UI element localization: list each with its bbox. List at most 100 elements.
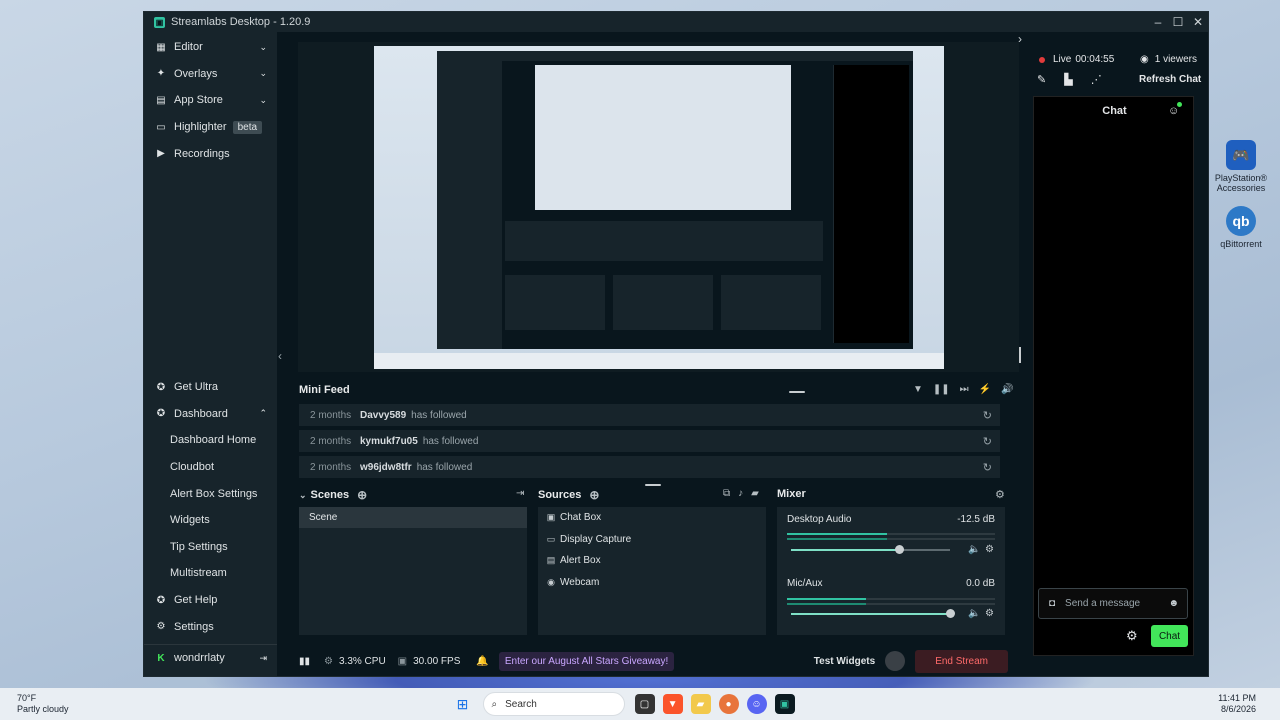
sidebar-item-settings[interactable]: ⚙ Settings — [144, 613, 277, 640]
mixer-channel: Desktop Audio -12.5 dB — [787, 514, 995, 525]
task-view-icon[interactable]: ▢ — [634, 694, 655, 714]
sidebar-item-label: App Store — [174, 94, 223, 107]
ultra-icon: ✪ — [156, 381, 166, 393]
window-title: Streamlabs Desktop - 1.20.9 — [171, 16, 311, 28]
sidebar-item-tip-settings[interactable]: Tip Settings — [144, 534, 277, 561]
sidebar-item-recordings[interactable]: ▶ Recordings — [144, 140, 277, 167]
channel-gear-icon[interactable]: ⚙ — [985, 608, 994, 619]
scene-transitions-icon[interactable]: ⇥ — [516, 488, 524, 499]
discord-icon[interactable]: ☺ — [746, 694, 767, 714]
refresh-chat-button[interactable]: Refresh Chat — [1139, 74, 1201, 85]
audio-meter — [787, 603, 995, 605]
taskbar-search[interactable]: ⌕ Search — [482, 692, 625, 716]
resize-handle[interactable] — [645, 484, 661, 486]
add-source-icon[interactable]: ⊕ — [589, 488, 599, 502]
collapse-icon[interactable]: ⌄ — [299, 490, 307, 501]
weather-desc: Partly cloudy — [17, 704, 69, 714]
vertical-resize-handle[interactable] — [1019, 347, 1021, 363]
scenes-panel: Scene — [299, 507, 527, 635]
fps-value: 30.00 FPS — [413, 655, 461, 667]
scene-item[interactable]: Scene — [299, 507, 527, 528]
notification-bell-icon[interactable]: 🔔 — [476, 656, 488, 667]
webcam-icon: ◉ — [547, 576, 555, 587]
system-clock[interactable]: 11:41 PM 8/6/2026 — [1218, 693, 1256, 715]
speaker-icon[interactable]: 🔈 — [968, 608, 980, 619]
add-scene-icon[interactable]: ⊕ — [357, 488, 367, 502]
stats-icon[interactable]: ▮▮ — [299, 656, 310, 667]
sidebar-item-widgets[interactable]: Widgets — [144, 507, 277, 534]
weather-widget[interactable]: 70°F Partly cloudy — [17, 693, 69, 715]
mute-alerts-icon[interactable]: ⚡ — [979, 384, 991, 395]
collapse-chat-icon[interactable]: › — [1018, 32, 1022, 46]
sidebar-item-highlighter[interactable]: ▭ Highlighter beta — [144, 114, 277, 141]
sidebar-item-overlays[interactable]: ✦ Overlays ⌄ — [144, 61, 277, 88]
sidebar-item-dashboard[interactable]: ✪ Dashboard ⌃ — [144, 401, 277, 428]
speaker-icon[interactable]: 🔈 — [968, 544, 980, 555]
emoji-icon[interactable]: ☻ — [1168, 598, 1179, 609]
source-item[interactable]: ▣ Chat Box — [538, 507, 766, 529]
chat-input[interactable]: ◘ Send a message ☻ — [1038, 588, 1188, 619]
sidebar-item-dashboard-home[interactable]: Dashboard Home — [144, 427, 277, 454]
firefox-icon[interactable]: ● — [718, 694, 739, 714]
collapse-sidebar-icon[interactable]: ‹ — [278, 349, 282, 363]
brave-browser-icon[interactable]: ▼ — [662, 694, 683, 714]
maximize-button[interactable]: ☐ — [1168, 15, 1188, 29]
send-chat-button[interactable]: Chat — [1151, 625, 1188, 647]
share-icon[interactable]: ⋰ — [1091, 73, 1102, 86]
resize-handle[interactable] — [789, 391, 805, 393]
sidebar-item-get-ultra[interactable]: ✪ Get Ultra — [144, 374, 277, 401]
windows-start-icon[interactable]: ⊞ — [453, 694, 473, 714]
logout-icon[interactable]: ⇥ — [259, 653, 267, 664]
sidebar-item-multistream[interactable]: Multistream — [144, 560, 277, 587]
desktop-icon-qbittorrent[interactable]: qb qBittorrent — [1211, 206, 1271, 249]
streamlabs-taskbar-icon[interactable]: ▣ — [774, 694, 795, 714]
feed-username: kymukf7u05 — [360, 435, 418, 447]
file-explorer-icon[interactable]: ▰ — [690, 694, 711, 714]
close-button[interactable]: ✕ — [1188, 15, 1208, 29]
online-dot-icon — [1177, 102, 1182, 107]
folder-icon[interactable]: ▰ — [751, 488, 759, 499]
mixer-settings-gear-icon[interactable]: ⚙ — [995, 488, 1005, 501]
end-stream-button[interactable]: End Stream — [915, 649, 1008, 673]
promo-banner[interactable]: Enter our August All Stars Giveaway! — [498, 651, 675, 671]
filter-icon[interactable]: ▼ — [913, 384, 923, 395]
chat-settings-gear-icon[interactable]: ⚙ — [1126, 628, 1138, 644]
volume-slider-knob[interactable] — [946, 609, 955, 618]
source-item[interactable]: ▭ Display Capture — [538, 529, 766, 551]
volume-icon[interactable]: 🔊 — [1001, 384, 1013, 395]
sidebar-item-label: Overlays — [174, 67, 218, 80]
sidebar-item-alert-box-settings[interactable]: Alert Box Settings — [144, 480, 277, 507]
source-item[interactable]: ▤ Alert Box — [538, 550, 766, 572]
test-widgets-button[interactable]: Test Widgets — [814, 656, 875, 667]
recordings-icon: ▶ — [157, 148, 165, 160]
record-icon[interactable] — [885, 651, 906, 671]
feed-row: 2 months Davvy589 has followed ↻ — [299, 404, 1000, 426]
sidebar-item-editor[interactable]: ▦ Editor ⌄ — [144, 34, 277, 61]
stream-preview[interactable] — [298, 42, 1019, 372]
source-label: Alert Box — [560, 555, 601, 567]
nested-mini-feed — [505, 221, 823, 261]
chevron-down-icon: ⌄ — [259, 68, 267, 79]
replay-icon[interactable]: ↻ — [983, 435, 992, 448]
sidebar-item-app-store[interactable]: ▤ App Store ⌄ — [144, 87, 277, 114]
feed-age: 2 months — [310, 409, 352, 421]
audio-icon[interactable]: ♪ — [738, 488, 743, 499]
edit-icon[interactable]: ✎ — [1037, 73, 1046, 86]
desktop-icon-playstation[interactable]: 🎮 PlayStation® Accessories — [1211, 140, 1271, 193]
sidebar-item-label: Highlighter — [174, 121, 227, 134]
sidebar-item-cloudbot[interactable]: Cloudbot — [144, 454, 277, 481]
pause-icon[interactable]: ❚❚ — [933, 384, 950, 395]
volume-slider-knob[interactable] — [895, 545, 904, 554]
channel-gear-icon[interactable]: ⚙ — [985, 544, 994, 555]
sidebar-item-get-help[interactable]: ✪ Get Help — [144, 587, 277, 614]
source-layers-icon[interactable]: ⧉ — [723, 488, 730, 499]
replay-icon[interactable]: ↻ — [983, 461, 992, 474]
replay-icon[interactable]: ↻ — [983, 409, 992, 422]
minimize-button[interactable]: – — [1148, 15, 1168, 29]
sidebar-item-label: Cloudbot — [170, 461, 215, 474]
skip-icon[interactable]: ⏭ — [960, 384, 969, 395]
user-profile[interactable]: Kwondrrlaty ⇥ — [144, 645, 277, 672]
weather-temp: 70°F — [17, 693, 37, 703]
clip-icon[interactable]: ▙ — [1064, 73, 1072, 86]
source-item[interactable]: ◉ Webcam — [538, 572, 766, 594]
